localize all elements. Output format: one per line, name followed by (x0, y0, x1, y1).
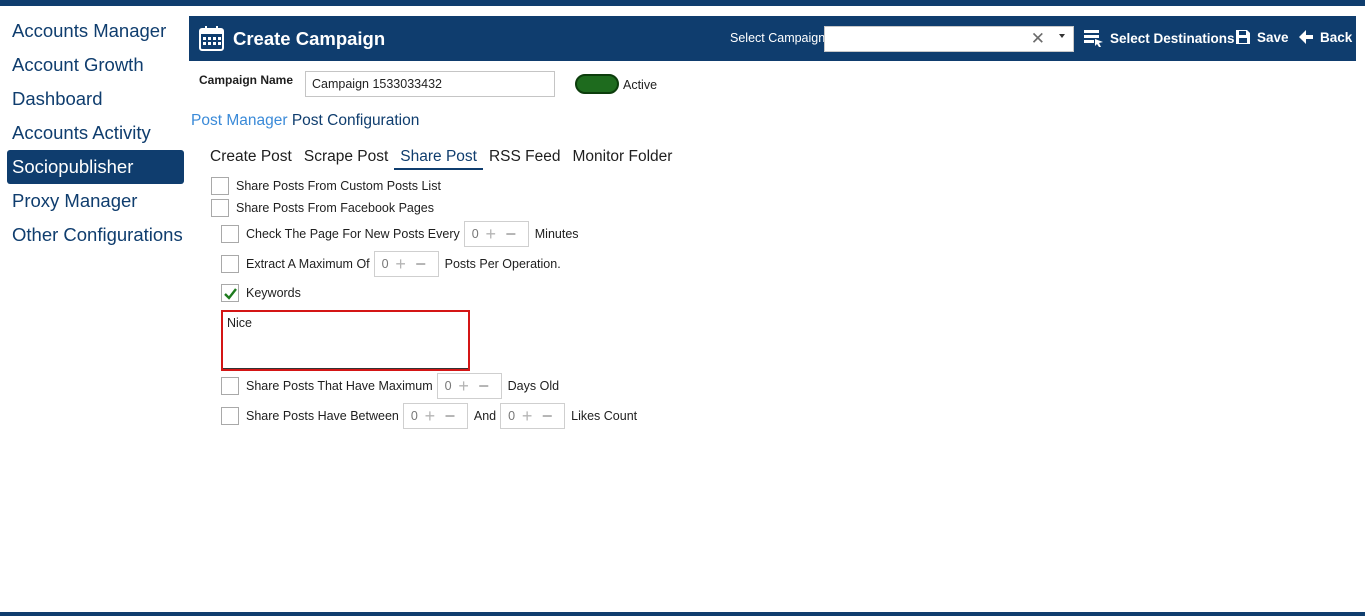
bottom-accent-bar (0, 612, 1365, 616)
extract-max-suffix: Posts Per Operation. (444, 257, 561, 271)
option-facebook-pages: Share Posts From Facebook Pages (211, 199, 434, 217)
breadcrumb-post-manager-link[interactable]: Post Manager (191, 112, 288, 129)
select-destinations-button[interactable]: Select Destinations (1084, 29, 1235, 47)
active-label: Active (623, 78, 658, 92)
minus-icon[interactable]: − (474, 376, 494, 396)
check-page-checkbox[interactable] (221, 225, 239, 243)
plus-icon[interactable]: + (391, 254, 411, 274)
keywords-checkbox[interactable] (221, 284, 239, 302)
option-extract-max: Extract A Maximum Of 0 + − Posts Per Ope… (221, 251, 561, 277)
save-disk-icon (1236, 30, 1250, 44)
max-days-label: Share Posts That Have Maximum (246, 379, 433, 393)
select-destinations-label: Select Destinations (1110, 30, 1235, 46)
custom-list-label: Share Posts From Custom Posts List (236, 179, 441, 193)
dropdown-caret-icon[interactable] (1059, 34, 1065, 38)
breadcrumb: Post Manager Post Configuration (191, 112, 419, 130)
keywords-label: Keywords (246, 286, 301, 300)
plus-icon[interactable]: + (481, 224, 501, 244)
plus-icon[interactable]: + (517, 406, 537, 426)
back-arrow-icon (1299, 30, 1313, 44)
destinations-icon (1084, 30, 1103, 47)
likes-min-stepper[interactable]: 0 + − (402, 403, 468, 429)
stepper-value[interactable]: 0 (438, 379, 454, 393)
minus-icon[interactable]: − (411, 254, 431, 274)
stepper-value[interactable]: 0 (465, 227, 481, 241)
option-check-page: Check The Page For New Posts Every 0 + −… (221, 221, 579, 247)
sidebar-item-proxy-manager[interactable]: Proxy Manager (7, 184, 184, 218)
sidebar-item-dashboard[interactable]: Dashboard (7, 82, 184, 116)
likes-max-stepper[interactable]: 0 + − (500, 403, 566, 429)
likes-suffix: Likes Count (571, 409, 638, 423)
page-title: Create Campaign (233, 28, 386, 49)
checkmark-icon (224, 288, 237, 300)
extract-max-stepper[interactable]: 0 + − (373, 251, 439, 277)
back-label: Back (1320, 29, 1353, 45)
sidebar-item-other-configurations[interactable]: Other Configurations (7, 218, 184, 252)
back-button[interactable]: Back (1298, 29, 1352, 45)
keywords-input-highlight: Nice (221, 310, 470, 371)
minus-icon[interactable]: − (537, 406, 557, 426)
max-days-suffix: Days Old (507, 379, 560, 393)
active-toggle[interactable] (575, 74, 619, 94)
sidebar-item-account-growth[interactable]: Account Growth (7, 48, 184, 82)
tab-monitor-folder[interactable]: Monitor Folder (573, 148, 673, 170)
custom-list-checkbox[interactable] (211, 177, 229, 195)
top-accent-bar (0, 0, 1365, 6)
option-custom-list: Share Posts From Custom Posts List (211, 177, 441, 195)
max-days-checkbox[interactable] (221, 377, 239, 395)
keywords-textarea[interactable]: Nice (223, 312, 468, 369)
tab-create-post[interactable]: Create Post (210, 148, 292, 170)
tab-rss-feed[interactable]: RSS Feed (489, 148, 561, 170)
extract-max-checkbox[interactable] (221, 255, 239, 273)
select-campaign-label: Select Campaign (730, 31, 826, 45)
page-header: Create Campaign Select Campaign ✕ Select… (189, 16, 1356, 61)
calendar-icon (199, 26, 224, 51)
max-days-stepper[interactable]: 0 + − (436, 373, 502, 399)
option-keywords: Keywords (221, 284, 301, 302)
extract-max-label: Extract A Maximum Of (246, 257, 370, 271)
post-tabs: Create Post Scrape Post Share Post RSS F… (210, 148, 684, 170)
campaign-name-label: Campaign Name (199, 73, 294, 87)
minus-icon[interactable]: − (440, 406, 460, 426)
check-page-stepper[interactable]: 0 + − (463, 221, 529, 247)
likes-between-checkbox[interactable] (221, 407, 239, 425)
stepper-value[interactable]: 0 (375, 257, 391, 271)
check-page-suffix: Minutes (534, 227, 579, 241)
plus-icon[interactable]: + (454, 376, 474, 396)
breadcrumb-current: Post Configuration (291, 112, 420, 129)
campaign-name-input[interactable] (305, 71, 555, 97)
check-page-label: Check The Page For New Posts Every (246, 227, 460, 241)
plus-icon[interactable]: + (420, 406, 440, 426)
sidebar-item-accounts-activity[interactable]: Accounts Activity (7, 116, 184, 150)
stepper-value[interactable]: 0 (501, 409, 517, 423)
save-label: Save (1257, 29, 1289, 45)
sidebar-item-sociopublisher[interactable]: Sociopublisher (7, 150, 184, 184)
sidebar-item-accounts-manager[interactable]: Accounts Manager (7, 14, 184, 48)
option-max-days: Share Posts That Have Maximum 0 + − Days… (221, 373, 559, 399)
tab-share-post[interactable]: Share Post (394, 148, 483, 170)
sidebar: Accounts Manager Account Growth Dashboar… (7, 14, 184, 252)
minus-icon[interactable]: − (501, 224, 521, 244)
facebook-pages-checkbox[interactable] (211, 199, 229, 217)
likes-between-label: Share Posts Have Between (246, 409, 399, 423)
stepper-value[interactable]: 0 (404, 409, 420, 423)
tab-scrape-post[interactable]: Scrape Post (304, 148, 388, 170)
option-likes-between: Share Posts Have Between 0 + − And 0 + −… (221, 403, 637, 429)
clear-x-icon[interactable]: ✕ (1031, 29, 1045, 49)
likes-and-label: And (473, 409, 497, 423)
save-button[interactable]: Save (1235, 29, 1289, 45)
facebook-pages-label: Share Posts From Facebook Pages (236, 201, 435, 215)
select-campaign-dropdown[interactable]: ✕ (824, 26, 1074, 52)
